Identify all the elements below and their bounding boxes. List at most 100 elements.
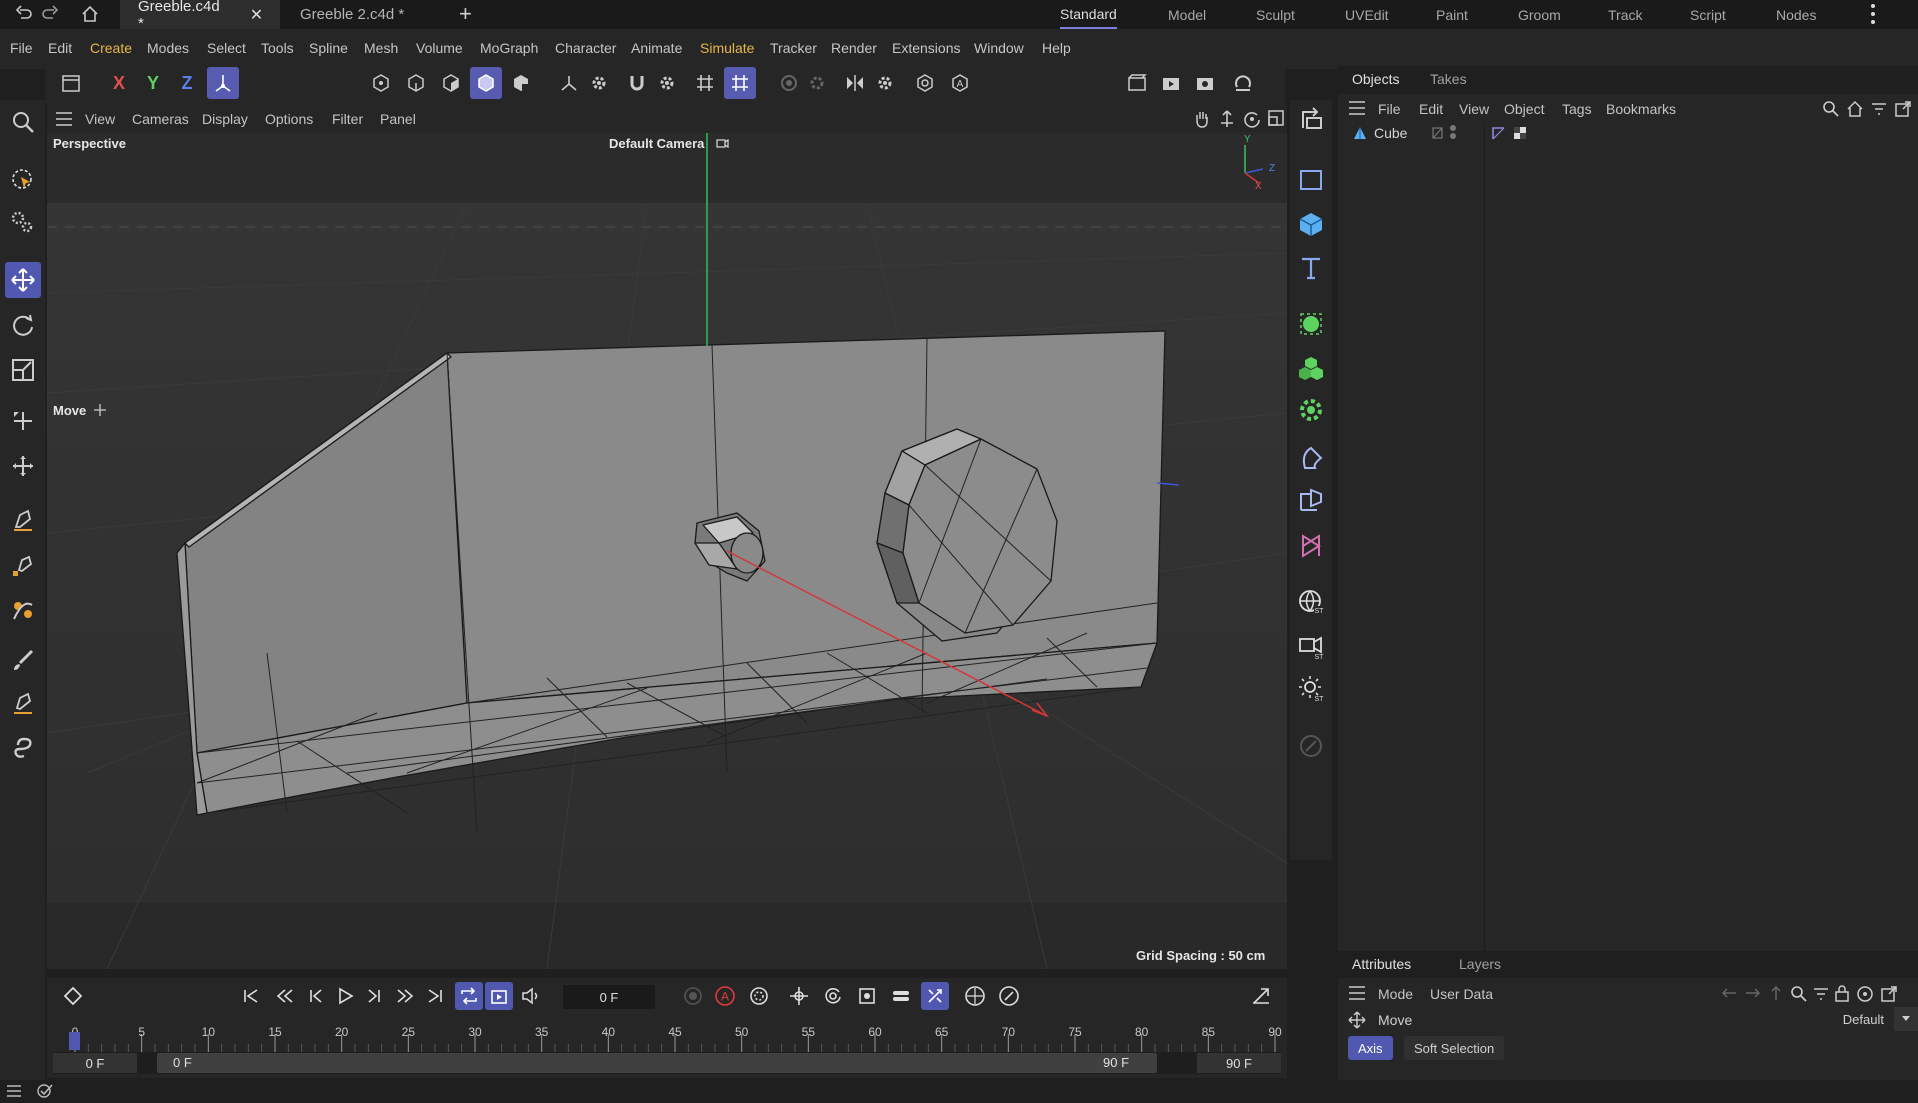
world-coordinates-icon[interactable] <box>207 67 239 99</box>
attributes-search-icon[interactable] <box>1790 985 1808 1007</box>
objects-hamburger-icon[interactable] <box>1348 100 1366 120</box>
menu-extensions[interactable]: Extensions <box>892 40 960 56</box>
camera-name-label[interactable]: Default Camera <box>609 136 704 151</box>
edges-mode-icon[interactable] <box>400 67 432 99</box>
tab-attributes[interactable]: Attributes <box>1352 956 1411 972</box>
objects-menu-edit[interactable]: Edit <box>1419 101 1443 117</box>
play-icon[interactable] <box>331 982 359 1010</box>
file-tab-greeble[interactable]: Greeble.c4d * ✕ <box>120 0 280 32</box>
spline-smooth-icon[interactable] <box>5 592 41 628</box>
previous-frame-icon[interactable] <box>301 982 329 1010</box>
sound-icon[interactable] <box>517 982 545 1010</box>
forward-arrow-icon[interactable] <box>1744 985 1762 1005</box>
menu-edit[interactable]: Edit <box>48 40 72 56</box>
coordinate-system-icon[interactable] <box>55 67 87 99</box>
layout-tab-sculpt[interactable]: Sculpt <box>1256 0 1295 29</box>
object-name-label[interactable]: Cube <box>1374 125 1407 141</box>
home-icon[interactable] <box>80 4 100 28</box>
symmetry-settings-gear-icon[interactable] <box>869 67 901 99</box>
range-slider[interactable]: 0 F 90 F <box>157 1053 1157 1073</box>
transfer-tool-icon[interactable] <box>5 403 41 439</box>
axis-mode-icon[interactable] <box>553 67 585 99</box>
dolly-arrows-icon[interactable] <box>1217 109 1237 133</box>
symmetry-icon[interactable] <box>839 67 871 99</box>
redo-icon[interactable] <box>40 4 60 28</box>
3d-viewport[interactable]: Perspective Default Camera Y Z X Move Gr… <box>47 133 1287 969</box>
layout-tab-standard[interactable]: Standard <box>1060 0 1117 29</box>
attributes-menu-mode[interactable]: Mode <box>1378 986 1413 1002</box>
target-icon[interactable] <box>1856 985 1874 1007</box>
texture-mode-icon[interactable] <box>505 67 537 99</box>
tab-objects[interactable]: Objects <box>1352 71 1399 87</box>
lock-icon[interactable] <box>1834 984 1850 1006</box>
record-icon[interactable] <box>679 982 707 1010</box>
workplane-grid-icon[interactable] <box>689 67 721 99</box>
layout-tab-uvedit[interactable]: UVEdit <box>1345 0 1389 29</box>
cloner-icon[interactable] <box>1293 350 1329 386</box>
maximize-view-icon[interactable] <box>1267 109 1285 131</box>
visibility-toggle-icon[interactable] <box>1432 126 1444 144</box>
layout-tab-groom[interactable]: Groom <box>1518 0 1561 29</box>
brush-icon[interactable] <box>5 643 41 679</box>
subdivision-surface-icon[interactable] <box>1293 306 1329 342</box>
previous-key-icon[interactable] <box>271 982 299 1010</box>
attributes-hamburger-icon[interactable] <box>1348 985 1366 1005</box>
polygons-mode-icon[interactable] <box>435 67 467 99</box>
rectangle-spline-icon[interactable] <box>1293 162 1329 198</box>
go-to-end-icon[interactable] <box>421 982 449 1010</box>
tab-takes[interactable]: Takes <box>1430 71 1467 87</box>
timeline-expand-icon[interactable] <box>1247 982 1275 1010</box>
key-parameter-icon[interactable] <box>887 982 915 1010</box>
subtab-soft-selection[interactable]: Soft Selection <box>1404 1036 1505 1060</box>
render-view-icon[interactable] <box>1121 67 1153 99</box>
viewport-solo-icon[interactable] <box>909 67 941 99</box>
close-tab-icon[interactable]: ✕ <box>250 5 263 25</box>
snap-magnet-icon[interactable] <box>621 67 653 99</box>
tab-layers[interactable]: Layers <box>1459 956 1501 972</box>
placement-tool-icon[interactable] <box>5 448 41 484</box>
menu-tracker[interactable]: Tracker <box>770 40 817 56</box>
back-arrow-icon[interactable] <box>1720 985 1738 1005</box>
attributes-filter-icon[interactable] <box>1812 985 1830 1007</box>
visibility-dots-icon[interactable] <box>1448 124 1458 144</box>
z-axis-lock-button[interactable]: Z <box>171 67 203 99</box>
redshift-icon[interactable] <box>1227 67 1259 99</box>
menu-render[interactable]: Render <box>831 40 877 56</box>
motion-system-icon[interactable] <box>961 982 989 1010</box>
menu-spline[interactable]: Spline <box>309 40 348 56</box>
axis-settings-gear-icon[interactable] <box>583 67 615 99</box>
add-tab-icon[interactable]: + <box>459 1 472 27</box>
search-icon[interactable] <box>5 104 41 140</box>
render-settings-icon[interactable] <box>1189 67 1221 99</box>
objects-new-window-icon[interactable] <box>1894 100 1912 122</box>
environment-globe-icon[interactable]: ST <box>1293 584 1329 620</box>
objects-menu-object[interactable]: Object <box>1504 101 1544 117</box>
undo-icon[interactable] <box>14 4 34 28</box>
menu-file[interactable]: File <box>10 40 33 56</box>
effector-gear-icon[interactable] <box>1293 392 1329 428</box>
menu-mesh[interactable]: Mesh <box>364 40 398 56</box>
preview-range-icon[interactable] <box>485 982 513 1010</box>
menu-simulate[interactable]: Simulate <box>700 40 754 56</box>
key-point-level-icon[interactable] <box>921 982 949 1010</box>
tweak-tool-icon[interactable] <box>5 205 41 241</box>
hamburger-menu-icon[interactable] <box>55 111 73 131</box>
next-frame-icon[interactable] <box>361 982 389 1010</box>
current-frame-field[interactable]: 0 F <box>563 985 655 1009</box>
objects-filter-icon[interactable] <box>1870 100 1888 122</box>
camera-object-icon[interactable]: ST <box>1293 628 1329 664</box>
range-start-field[interactable]: 0 F <box>53 1053 137 1073</box>
preset-dropdown-button[interactable] <box>1894 1007 1918 1031</box>
rotate-tool-icon[interactable] <box>5 307 41 343</box>
menu-modes[interactable]: Modes <box>147 40 189 56</box>
viewport-menu-view[interactable]: View <box>85 111 115 127</box>
keyframe-diamond-icon[interactable] <box>59 982 87 1010</box>
status-check-icon[interactable] <box>36 1083 54 1103</box>
object-cloner-arrow-icon[interactable] <box>1293 100 1329 136</box>
autokey-icon[interactable]: A <box>711 982 739 1010</box>
scheme-icon[interactable] <box>995 982 1023 1010</box>
move-tool-icon[interactable] <box>5 262 41 298</box>
viewport-menu-filter[interactable]: Filter <box>332 111 363 127</box>
layout-tab-script[interactable]: Script <box>1690 0 1726 29</box>
points-mode-icon[interactable] <box>365 67 397 99</box>
